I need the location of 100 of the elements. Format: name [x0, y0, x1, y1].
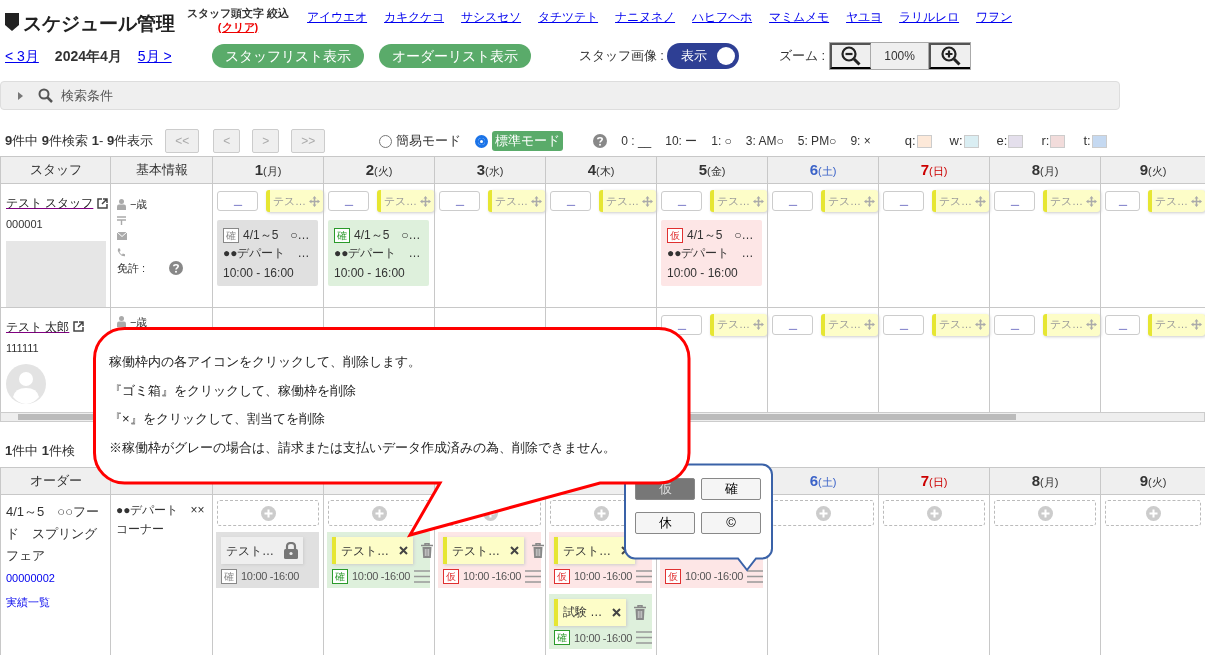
- shift-card[interactable]: 試験 … 確 10:00 -16:00: [549, 593, 652, 649]
- shift-card[interactable]: テスト… 仮 10:00 -16:00: [438, 532, 541, 588]
- add-icon[interactable]: [926, 505, 942, 521]
- next-month-link[interactable]: 5月 >: [137, 45, 172, 67]
- add-icon[interactable]: [593, 505, 609, 521]
- shift-card[interactable]: 確 4/1～5 ○… ●●デパート … 10:00 - 16:00: [217, 220, 318, 286]
- zoom-in-button[interactable]: [929, 43, 971, 69]
- shift-period: 4/1～5: [687, 227, 723, 244]
- shift-value-field[interactable]: ＿: [439, 191, 480, 211]
- menu-icon[interactable]: [414, 569, 431, 583]
- status-option-button[interactable]: 休: [635, 512, 695, 534]
- add-icon[interactable]: [260, 505, 276, 521]
- move-icon[interactable]: [309, 195, 320, 207]
- kana-filter-link[interactable]: カキクケコ: [384, 8, 445, 26]
- kana-filter-link[interactable]: ハヒフヘホ: [692, 8, 753, 26]
- move-icon[interactable]: [1086, 319, 1097, 330]
- previous-month-link[interactable]: < 3月: [5, 45, 39, 67]
- shift-value-field[interactable]: ＿: [1105, 191, 1140, 211]
- kana-filter-link[interactable]: ヤユヨ: [846, 8, 883, 26]
- shift-value-field[interactable]: ＿: [994, 191, 1035, 211]
- move-icon[interactable]: [420, 195, 431, 207]
- close-icon[interactable]: [612, 607, 622, 617]
- trash-icon[interactable]: [532, 543, 544, 558]
- close-icon[interactable]: [510, 546, 519, 555]
- staff-name-link[interactable]: テスト スタッフ: [6, 194, 94, 212]
- assignment-tag[interactable]: テスト…: [443, 537, 524, 564]
- legend-item: 9: ×: [850, 133, 871, 150]
- search-conditions-panel[interactable]: 検索条件: [0, 81, 1120, 110]
- store-name: ●●デパート: [667, 245, 730, 262]
- menu-icon[interactable]: [636, 569, 653, 583]
- callout-text: 稼働枠内の各アイコンをクリックして、削除します。: [109, 353, 422, 371]
- kana-filter-link[interactable]: ワヲン: [976, 8, 1013, 26]
- status-badge: 確: [332, 568, 348, 584]
- move-icon[interactable]: [975, 195, 986, 207]
- move-icon[interactable]: [531, 195, 542, 207]
- kana-filter-link[interactable]: タチツテト: [538, 8, 599, 26]
- shift-card[interactable]: 仮 4/1～5 ○… ●●デパート … 10:00 - 16:00: [661, 220, 762, 286]
- kana-filter-link[interactable]: アイウエオ: [307, 8, 368, 26]
- assignment-tag[interactable]: 試験 …: [554, 598, 627, 626]
- shift-value-field[interactable]: ＿: [328, 191, 369, 211]
- shift-value-field[interactable]: ＿: [217, 191, 258, 211]
- caret-icon: [17, 91, 24, 100]
- shift-card[interactable]: 確 4/1～5 ○… ●●デパート … 10:00 - 16:00: [328, 220, 429, 286]
- zoom-in-icon[interactable]: [940, 46, 961, 66]
- results-link[interactable]: 実績一覧: [6, 591, 50, 613]
- status-option-button[interactable]: ©: [701, 512, 761, 534]
- color-legend-label: e:: [996, 132, 1008, 151]
- shift-value-field[interactable]: ＿: [994, 314, 1035, 335]
- staff-image-toggle[interactable]: 表示: [666, 43, 739, 69]
- shift-value-field[interactable]: ＿: [1105, 314, 1140, 335]
- kana-filter-link[interactable]: ラリルレロ: [899, 8, 960, 26]
- shift-card[interactable]: テスト… 確 10:00 -16:00: [216, 532, 319, 588]
- add-slot[interactable]: [994, 500, 1096, 526]
- zoom-out-icon[interactable]: [841, 46, 862, 66]
- shift-value-field[interactable]: ＿: [772, 191, 813, 211]
- shift-card[interactable]: テスト… 確 10:00 -16:00: [327, 532, 430, 588]
- move-icon[interactable]: [864, 319, 875, 330]
- trash-icon[interactable]: [421, 543, 433, 558]
- external-link-icon[interactable]: [97, 197, 109, 209]
- menu-icon[interactable]: [525, 569, 542, 583]
- external-link-icon[interactable]: [73, 321, 85, 332]
- add-icon[interactable]: [815, 505, 831, 521]
- shift-value-field[interactable]: ＿: [661, 191, 702, 211]
- move-icon[interactable]: [1086, 195, 1097, 207]
- trash-icon[interactable]: [634, 604, 647, 620]
- menu-icon[interactable]: [636, 631, 653, 645]
- mode-radio[interactable]: 簡易モード: [379, 131, 462, 151]
- add-slot[interactable]: [1105, 500, 1201, 526]
- move-icon[interactable]: [1191, 195, 1202, 207]
- order-info: 4/1～5 ○○フード スプリングフェア: [6, 503, 100, 565]
- add-slot[interactable]: [217, 500, 319, 526]
- zoom-out-button[interactable]: [830, 43, 872, 69]
- shift-value-field[interactable]: ＿: [883, 314, 924, 335]
- menu-icon[interactable]: [747, 569, 764, 583]
- kana-filter-link[interactable]: サシスセソ: [461, 8, 522, 26]
- kana-filter-link[interactable]: ナニヌネノ: [615, 8, 676, 26]
- move-icon[interactable]: [642, 195, 653, 207]
- add-slot[interactable]: [883, 500, 985, 526]
- shift-value-field[interactable]: ＿: [772, 314, 813, 335]
- move-icon[interactable]: [753, 319, 764, 330]
- shift-value-field[interactable]: ＿: [661, 314, 702, 335]
- clear-link[interactable]: (クリア): [187, 20, 290, 34]
- more-text: …: [297, 245, 310, 262]
- staff-name-link[interactable]: テスト 太郎: [6, 317, 70, 336]
- assignment-tag[interactable]: テスト…: [332, 537, 413, 564]
- add-icon[interactable]: [371, 505, 387, 521]
- move-icon[interactable]: [1191, 319, 1202, 330]
- shift-value-field[interactable]: ＿: [550, 191, 591, 211]
- kana-filter-link[interactable]: マミムメモ: [769, 8, 830, 26]
- status-option-button[interactable]: 確: [701, 478, 761, 500]
- move-icon[interactable]: [975, 319, 986, 330]
- add-icon[interactable]: [1037, 505, 1053, 521]
- add-icon[interactable]: [1145, 505, 1161, 521]
- column-header: オーダー: [29, 473, 82, 489]
- move-icon[interactable]: [753, 195, 764, 207]
- day-header: 7(日): [920, 473, 948, 489]
- assignment-tag[interactable]: テスト…: [221, 537, 303, 564]
- move-icon[interactable]: [864, 195, 875, 207]
- close-icon[interactable]: [399, 546, 408, 555]
- shift-value-field[interactable]: ＿: [883, 191, 924, 211]
